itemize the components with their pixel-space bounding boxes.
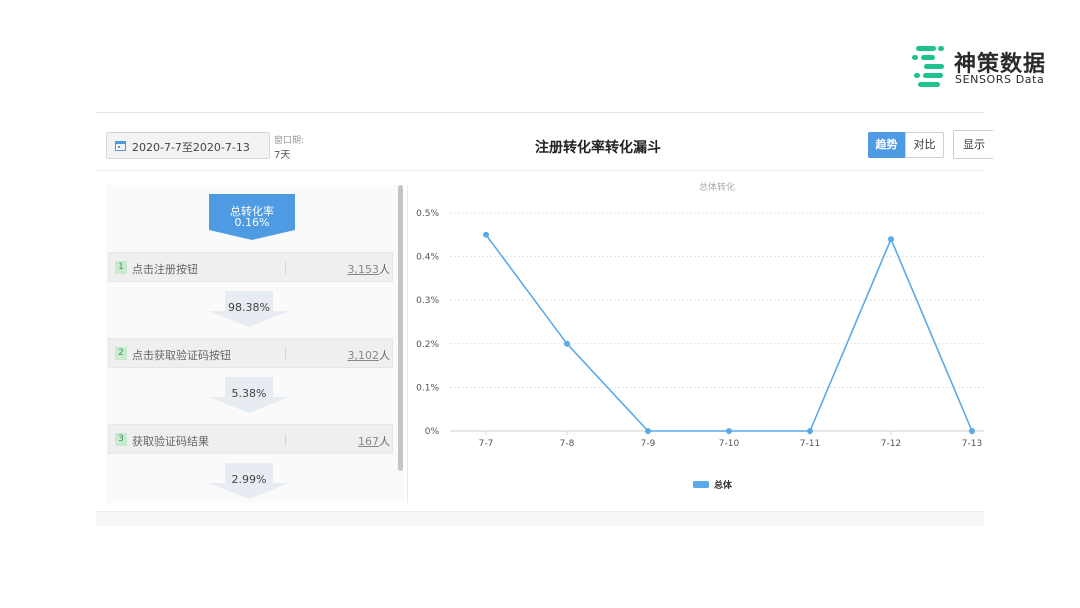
window-period-label: 窗口期:: [274, 136, 305, 146]
x-tick-label: 7-9: [641, 439, 656, 449]
step-unit: 人: [379, 435, 390, 448]
funnel-report-panel: 2020-7-7至2020-7-13 窗口期: 7天 注册转化率转化漏斗 趋势 …: [96, 112, 993, 526]
step-count-link[interactable]: 3,102: [348, 349, 380, 362]
step-name: 点击注册按钮: [132, 263, 198, 276]
data-point: [726, 428, 732, 434]
sensors-data-logo: 神策数据 SENSORS Data: [912, 44, 1062, 92]
y-tick-label: 0.3%: [416, 296, 439, 306]
step-unit: 人: [379, 263, 390, 276]
data-point: [888, 236, 894, 243]
step-count: 3,153人: [348, 261, 391, 277]
y-tick-label: 0%: [425, 427, 440, 437]
funnel-step-3[interactable]: 3 获取验证码结果 167人: [108, 424, 393, 454]
step-unit: 人: [379, 349, 390, 362]
legend-swatch: [693, 481, 709, 488]
step-divider: [285, 348, 286, 360]
date-range-text: 2020-7-7至2020-7-13: [132, 141, 250, 154]
step-name: 点击获取验证码按钮: [132, 349, 231, 362]
funnel-scrollbar[interactable]: [398, 185, 403, 471]
conversion-arrow-2: 5.38%: [209, 377, 291, 413]
step-index: 2: [115, 347, 127, 360]
funnel-step-1[interactable]: 1 点击注册按钮 3,153人: [108, 252, 393, 282]
date-range-picker[interactable]: 2020-7-7至2020-7-13: [106, 132, 270, 159]
total-conversion-value: 0.16%: [234, 216, 270, 229]
conversion-rate-3: 2.99%: [231, 473, 267, 486]
legend-label: 总体: [714, 479, 733, 491]
funnel-step-2[interactable]: 2 点击获取验证码按钮 3,102人: [108, 338, 393, 368]
data-point: [807, 428, 813, 434]
conversion-rate-1: 98.38%: [228, 301, 270, 314]
panel-footer: [96, 511, 984, 526]
step-index: 1: [115, 261, 127, 274]
conversion-trend-chart: 总体转化 0% 0.1% 0.2% 0.3% 0.4% 0.5% 7-7 7-8 7-9 7-10 7…: [416, 181, 984, 491]
conversion-rate-2: 5.38%: [231, 387, 267, 400]
chart-title: 总体转化: [699, 181, 735, 193]
y-tick-label: 0.1%: [416, 383, 439, 393]
step-count-link[interactable]: 3,153: [348, 263, 380, 276]
x-tick-label: 7-7: [479, 439, 494, 449]
x-tick-label: 7-12: [881, 439, 901, 449]
series-line: [485, 234, 973, 432]
y-tick-label: 0.4%: [416, 253, 439, 263]
step-name: 获取验证码结果: [132, 435, 209, 448]
total-conversion-badge: 总转化率 0.16%: [209, 194, 295, 240]
trend-toggle-button[interactable]: 趋势: [868, 132, 905, 158]
compare-toggle-button[interactable]: 对比: [905, 132, 944, 158]
step-divider: [285, 262, 286, 274]
x-tick-label: 7-8: [560, 439, 575, 449]
step-index: 3: [115, 433, 127, 446]
data-point: [969, 428, 975, 434]
x-tick-label: 7-13: [962, 439, 982, 449]
x-tick-label: 7-10: [719, 439, 740, 449]
conversion-arrow-3: 2.99%: [209, 463, 291, 499]
report-toolbar: 2020-7-7至2020-7-13 窗口期: 7天 注册转化率转化漏斗 趋势 …: [96, 113, 993, 171]
logo-name-en: SENSORS Data: [955, 73, 1045, 86]
calendar-icon: [115, 141, 126, 151]
sensors-logo-mark-icon: [912, 46, 944, 87]
window-period-value: 7天: [274, 150, 291, 161]
y-tick-label: 0.5%: [416, 209, 439, 219]
report-title: 注册转化率转化漏斗: [535, 140, 661, 156]
step-count: 167人: [358, 433, 390, 449]
y-tick-label: 0.2%: [416, 340, 439, 350]
funnel-steps-panel: 总转化率 0.16% 1 点击注册按钮 3,153人 98.38% 2 点击获取…: [106, 185, 404, 503]
data-point: [564, 340, 570, 347]
conversion-arrow-1: 98.38%: [209, 291, 291, 327]
data-point: [645, 428, 651, 434]
data-point: [483, 231, 489, 238]
display-button[interactable]: 显示: [953, 130, 993, 159]
step-divider: [285, 434, 286, 446]
step-count: 3,102人: [348, 347, 391, 363]
x-tick-label: 7-11: [800, 439, 820, 449]
step-count-link[interactable]: 167: [358, 435, 379, 448]
